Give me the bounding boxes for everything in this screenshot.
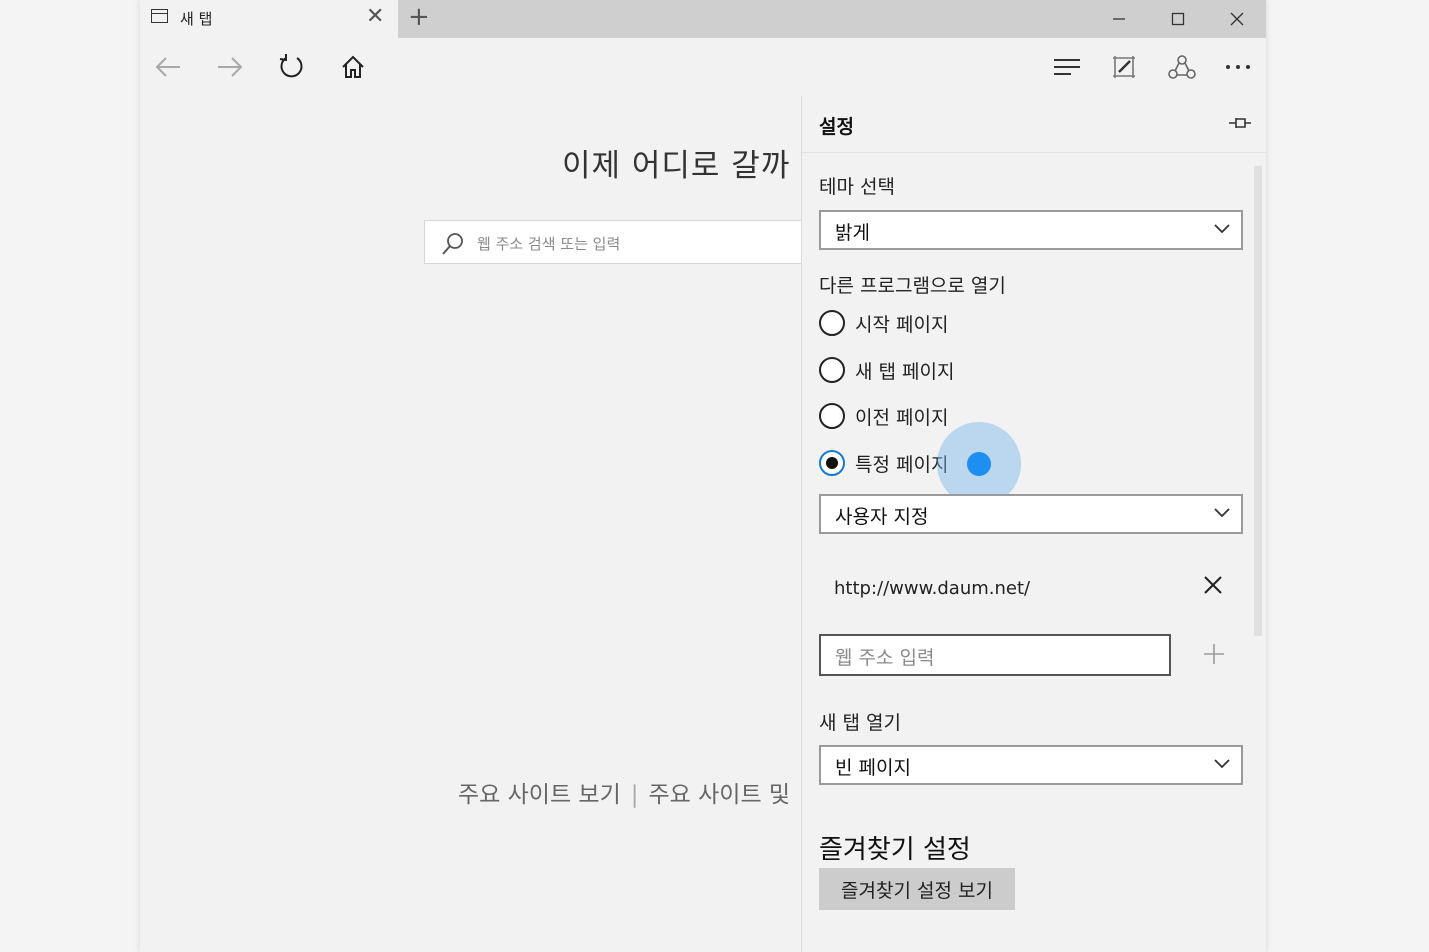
specific-page-select[interactable]: 사용자 지정 bbox=[819, 494, 1243, 534]
favorites-settings-button[interactable]: 즐겨찾기 설정 보기 bbox=[819, 868, 1015, 910]
settings-header: 설정 bbox=[802, 96, 1266, 153]
tab-new-tab[interactable]: 새 탭 ✕ bbox=[140, 0, 398, 38]
radio-label: 이전 페이지 bbox=[855, 406, 949, 429]
back-button[interactable] bbox=[150, 50, 186, 84]
theme-label: 테마 선택 bbox=[819, 176, 895, 198]
close-icon bbox=[1230, 12, 1244, 26]
settings-panel: 설정 테마 선택 밝게 다른 프로그램으로 열기 시작 페이지 새 탭 페이지 … bbox=[801, 96, 1266, 952]
radio-button-checked[interactable] bbox=[819, 450, 845, 476]
more-button[interactable] bbox=[1220, 50, 1256, 84]
url-input[interactable]: 웹 주소 입력 bbox=[819, 634, 1171, 676]
top-sites-link[interactable]: 주요 사이트 보기 bbox=[458, 782, 621, 808]
chevron-down-icon bbox=[1214, 224, 1230, 234]
maximize-icon bbox=[1171, 12, 1185, 26]
minimize-icon bbox=[1113, 18, 1125, 20]
refresh-button[interactable] bbox=[274, 50, 310, 84]
radio-label: 새 탭 페이지 bbox=[855, 360, 955, 383]
top-sites-news-link[interactable]: 주요 사이트 및 bbox=[649, 782, 791, 808]
minimize-button[interactable] bbox=[1090, 0, 1148, 38]
home-button[interactable] bbox=[335, 50, 371, 84]
tab-page-icon bbox=[151, 9, 168, 23]
add-icon[interactable] bbox=[1202, 642, 1226, 666]
touch-indicator bbox=[967, 452, 991, 476]
radio-button[interactable] bbox=[819, 357, 845, 383]
web-note-button[interactable] bbox=[1106, 50, 1142, 84]
new-tab-select[interactable]: 빈 페이지 bbox=[819, 745, 1243, 785]
radio-button[interactable] bbox=[819, 310, 845, 336]
tab-title: 새 탭 bbox=[180, 10, 213, 28]
browser-window: 새 탭 ✕ + 이제 어디로 갈까 웹 주소 검색 또는 입력 주요 사이트 보… bbox=[140, 0, 1266, 952]
share-button[interactable] bbox=[1164, 50, 1200, 84]
search-input[interactable]: 웹 주소 검색 또는 입력 bbox=[424, 220, 844, 264]
theme-value: 밝게 bbox=[835, 222, 870, 244]
search-placeholder: 웹 주소 검색 또는 입력 bbox=[477, 235, 621, 253]
specific-page-value: 사용자 지정 bbox=[835, 506, 929, 528]
hub-icon bbox=[1054, 59, 1080, 75]
radio-label: 특정 페이지 bbox=[855, 453, 949, 476]
url-input-placeholder: 웹 주소 입력 bbox=[835, 647, 935, 669]
link-separator: | bbox=[630, 782, 639, 808]
page-heading: 이제 어디로 갈까 bbox=[562, 148, 791, 184]
chevron-down-icon bbox=[1214, 508, 1230, 518]
maximize-button[interactable] bbox=[1149, 0, 1207, 38]
radio-button[interactable] bbox=[819, 403, 845, 429]
search-icon bbox=[442, 233, 463, 255]
refresh-icon bbox=[279, 54, 303, 78]
hub-button[interactable] bbox=[1049, 50, 1085, 84]
title-bar: 새 탭 ✕ + bbox=[140, 0, 1266, 38]
forward-arrow-icon bbox=[218, 57, 243, 77]
chevron-down-icon bbox=[1214, 759, 1230, 769]
home-icon bbox=[342, 55, 364, 78]
radio-previous-page[interactable]: 이전 페이지 bbox=[819, 401, 948, 431]
close-window-button[interactable] bbox=[1208, 0, 1266, 38]
favorites-heading: 즐겨찾기 설정 bbox=[819, 835, 971, 865]
radio-start-page[interactable]: 시작 페이지 bbox=[819, 308, 948, 338]
back-arrow-icon bbox=[155, 57, 180, 77]
tab-close-button[interactable]: ✕ bbox=[366, 4, 384, 30]
new-tab-value: 빈 페이지 bbox=[835, 757, 911, 779]
url-entry: http://www.daum.net/ bbox=[834, 578, 1031, 599]
new-tab-label: 새 탭 열기 bbox=[819, 712, 901, 734]
share-icon bbox=[1168, 55, 1196, 79]
web-note-icon bbox=[1113, 56, 1135, 78]
new-tab-button[interactable]: + bbox=[408, 3, 430, 31]
theme-select[interactable]: 밝게 bbox=[819, 210, 1243, 250]
top-sites-links: 주요 사이트 보기 | 주요 사이트 및 bbox=[458, 775, 790, 809]
open-with-label: 다른 프로그램으로 열기 bbox=[819, 275, 1006, 297]
radio-new-tab-page[interactable]: 새 탭 페이지 bbox=[819, 355, 954, 385]
pin-icon[interactable] bbox=[1228, 114, 1252, 132]
settings-title: 설정 bbox=[819, 116, 854, 138]
radio-label: 시작 페이지 bbox=[855, 313, 949, 336]
scrollbar[interactable] bbox=[1254, 166, 1262, 636]
forward-button[interactable] bbox=[212, 50, 248, 84]
close-icon[interactable] bbox=[1202, 574, 1224, 596]
radio-specific-page[interactable]: 특정 페이지 bbox=[819, 448, 948, 478]
more-icon bbox=[1226, 65, 1250, 69]
